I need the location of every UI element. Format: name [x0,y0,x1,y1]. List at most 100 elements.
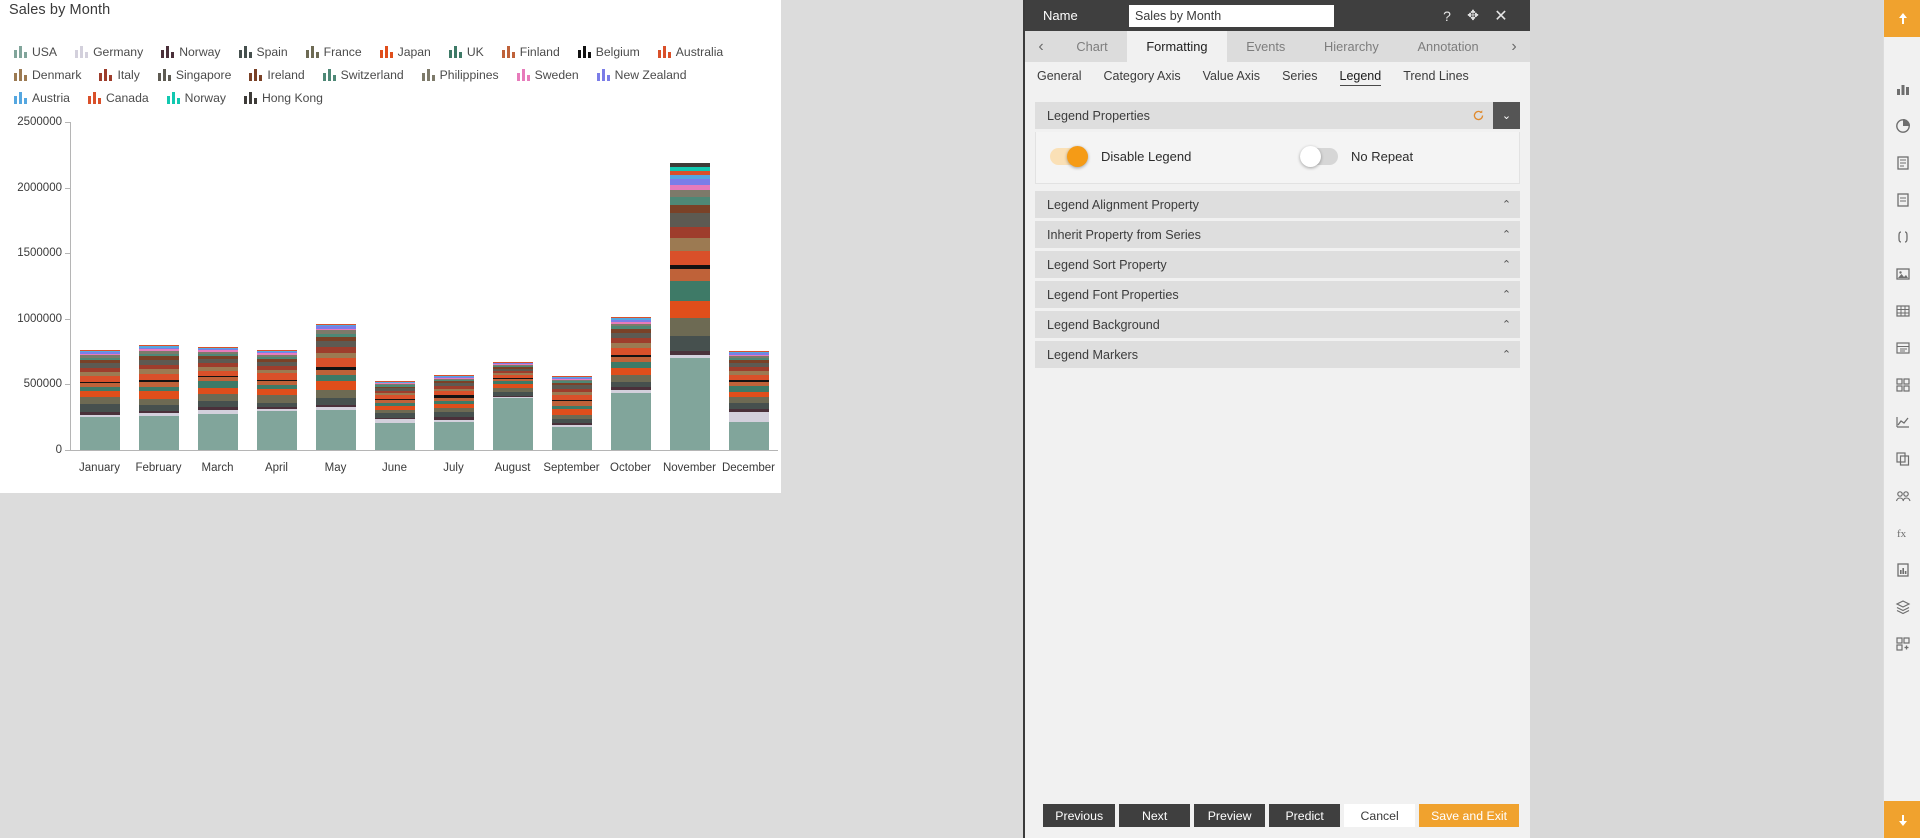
tiles-icon[interactable] [1884,366,1920,403]
chevron-up-icon[interactable]: ⌃ [1493,191,1520,218]
tab-annotation[interactable]: Annotation [1398,31,1498,62]
subtab-value-axis[interactable]: Value Axis [1203,69,1260,85]
copy-icon[interactable] [1884,440,1920,477]
next-button[interactable]: Next [1119,804,1191,827]
chart-bar[interactable] [79,350,120,450]
image-icon[interactable] [1884,255,1920,292]
legend-item-label: Japan [397,44,431,59]
chart-bar[interactable] [728,351,769,450]
legend-item[interactable]: Norway [166,86,226,109]
legend-item[interactable]: Germany [75,40,143,63]
chevron-up-icon[interactable]: ⌃ [1493,251,1520,278]
subtab-category-axis[interactable]: Category Axis [1103,69,1180,85]
legend-item[interactable]: Denmark [14,63,81,86]
legend-item[interactable]: Ireland [249,63,305,86]
layers-icon[interactable] [1884,588,1920,625]
chevron-down-icon[interactable]: ⌄ [1493,102,1520,129]
tab-events[interactable]: Events [1227,31,1305,62]
chart-bar[interactable] [669,163,710,450]
download-icon[interactable] [1884,801,1920,838]
legend-item[interactable]: Australia [657,40,723,63]
chart-bar[interactable] [374,381,415,450]
document-icon[interactable] [1884,181,1920,218]
line-chart-icon[interactable] [1884,403,1920,440]
legend-item-label: Norway [184,90,226,105]
chart-bar[interactable] [433,374,474,450]
legend-item[interactable]: Sweden [516,63,579,86]
chevron-up-icon[interactable]: ⌃ [1493,341,1520,368]
chevron-up-icon[interactable]: ⌃ [1493,311,1520,338]
chevron-up-icon[interactable]: ⌃ [1493,281,1520,308]
previous-button[interactable]: Previous [1043,804,1116,827]
chart-bar[interactable] [315,323,356,450]
page-icon[interactable] [1884,144,1920,181]
chart-bar[interactable] [256,350,297,450]
close-icon[interactable]: ✕ [1490,0,1512,31]
list-icon[interactable] [1884,329,1920,366]
save-and-exit-button[interactable]: Save and Exit [1419,804,1519,827]
section-header-legend-font-properties[interactable]: Legend Font Properties ⌃ [1035,281,1520,308]
legend-item[interactable]: Finland [501,40,560,63]
section-header-legend-properties[interactable]: Legend Properties ⌄ [1035,102,1520,129]
subtab-general[interactable]: General [1037,69,1081,85]
chart-bar[interactable] [138,345,179,450]
report-icon[interactable] [1884,551,1920,588]
section-header-legend-markers[interactable]: Legend Markers ⌃ [1035,341,1520,368]
toggle-disable-legend[interactable] [1050,146,1088,167]
workspace-background-lower [0,493,781,838]
tabs-next-icon[interactable]: › [1498,31,1530,62]
legend-item[interactable]: Hong Kong [243,86,323,109]
group-icon[interactable] [1884,477,1920,514]
cancel-button[interactable]: Cancel [1344,804,1416,827]
name-input[interactable] [1129,4,1334,27]
section-header-legend-background[interactable]: Legend Background ⌃ [1035,311,1520,338]
code-icon[interactable] [1884,218,1920,255]
category-axis-tick-label: March [201,462,234,474]
legend-item[interactable]: Italy [99,63,140,86]
legend-marker-icon [379,45,393,58]
legend-item[interactable]: Norway [161,40,221,63]
section-header-legend-alignment-property[interactable]: Legend Alignment Property ⌃ [1035,191,1520,218]
legend-item[interactable]: New Zealand [596,63,686,86]
legend-item[interactable]: Spain [238,40,288,63]
predict-button[interactable]: Predict [1269,804,1341,827]
chart-bar[interactable] [492,362,533,450]
category-axis-tick-label: November [662,462,717,474]
legend-item[interactable]: Singapore [157,63,231,86]
legend-item[interactable]: USA [14,40,57,63]
legend-item[interactable]: Austria [14,86,70,109]
legend-item[interactable]: France [305,40,362,63]
legend-item[interactable]: Canada [87,86,149,109]
chevron-up-icon[interactable]: ⌃ [1493,221,1520,248]
subtab-legend[interactable]: Legend [1339,69,1382,86]
add-widget-icon[interactable] [1884,625,1920,662]
formula-icon[interactable]: fx [1884,514,1920,551]
tabs-prev-icon[interactable]: ‹ [1025,31,1057,62]
legend-item[interactable]: UK [448,40,484,63]
section-header-inherit-property-from-series[interactable]: Inherit Property from Series ⌃ [1035,221,1520,248]
legend-item[interactable]: Philippines [421,63,499,86]
legend-marker-icon [166,91,180,104]
subtab-series[interactable]: Series [1282,69,1317,85]
tab-label: Chart [1076,39,1108,54]
move-icon[interactable]: ✥ [1462,0,1484,31]
bar-chart-icon[interactable] [1884,70,1920,107]
legend-item[interactable]: Japan [379,40,431,63]
toggle-no-repeat[interactable] [1300,146,1338,167]
chart-bar[interactable] [610,316,651,450]
help-icon[interactable]: ? [1436,0,1458,31]
section-header-legend-sort-property[interactable]: Legend Sort Property ⌃ [1035,251,1520,278]
tab-formatting[interactable]: Formatting [1126,31,1227,62]
legend-item[interactable]: Switzerland [322,63,404,86]
upload-icon[interactable] [1884,0,1920,37]
legend-item[interactable]: Belgium [577,40,640,63]
reset-icon[interactable] [1467,102,1489,129]
pie-chart-icon[interactable] [1884,107,1920,144]
chart-bar[interactable] [551,376,592,450]
tab-chart[interactable]: Chart [1057,31,1127,62]
table-icon[interactable] [1884,292,1920,329]
subtab-trend-lines[interactable]: Trend Lines [1403,69,1469,85]
preview-button[interactable]: Preview [1194,804,1266,827]
chart-bar[interactable] [197,347,238,450]
tab-hierarchy[interactable]: Hierarchy [1305,31,1398,62]
